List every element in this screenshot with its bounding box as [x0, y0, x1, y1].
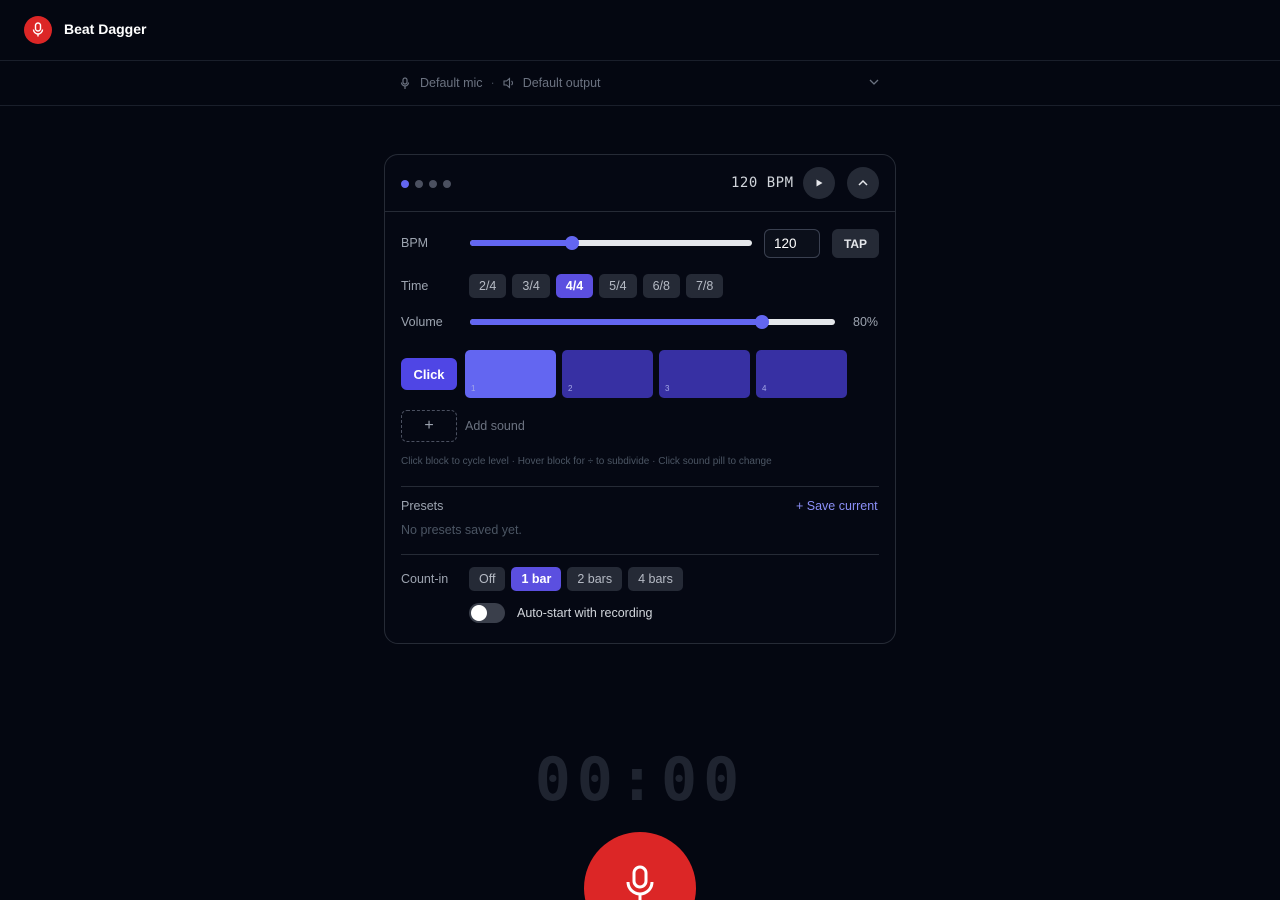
usage-hint: Click block to cycle level · Hover block… — [401, 456, 772, 467]
volume-slider-fill — [470, 319, 762, 325]
time-option[interactable]: 5/4 — [599, 274, 637, 298]
beat-number: 4 — [762, 384, 767, 393]
add-sound-label[interactable]: Add sound — [465, 419, 525, 433]
count-in-option[interactable]: 1 bar — [511, 567, 562, 591]
beat-block[interactable]: 4 — [756, 350, 847, 398]
volume-label: Volume — [401, 315, 443, 329]
device-bar[interactable]: Default mic · Default output — [0, 61, 1280, 106]
page-indicator — [401, 180, 451, 188]
microphone-icon — [400, 76, 414, 90]
play-button[interactable] — [803, 167, 835, 199]
count-in-option[interactable]: 2 bars — [567, 567, 623, 591]
beat-block[interactable]: 3 — [659, 350, 750, 398]
bpm-input[interactable]: 120 — [764, 229, 820, 258]
app-logo — [24, 16, 52, 44]
divider — [401, 486, 879, 487]
time-signature-options: 2/4 3/4 4/4 5/4 6/8 7/8 — [469, 274, 724, 298]
page-dot[interactable] — [401, 180, 409, 188]
page-dot[interactable] — [429, 180, 437, 188]
chevron-up-icon — [858, 179, 868, 186]
record-button[interactable] — [584, 832, 696, 900]
count-in-options: Off 1 bar 2 bars 4 bars — [469, 567, 683, 591]
output-device-label[interactable]: Default output — [523, 76, 601, 90]
beat-number: 1 — [471, 384, 476, 393]
bpm-readout: 120 BPM — [731, 175, 794, 191]
play-icon — [816, 179, 823, 187]
volume-slider-thumb[interactable] — [755, 315, 769, 329]
recording-timer: 00:00 — [534, 745, 746, 815]
bpm-slider-fill — [470, 240, 572, 246]
auto-start-toggle[interactable] — [469, 603, 505, 623]
metronome-header: 120 BPM — [385, 155, 895, 212]
presets-label: Presets — [401, 499, 444, 513]
volume-value: 80% — [853, 315, 879, 329]
app-title: Beat Dagger — [64, 21, 147, 37]
toggle-knob — [471, 605, 487, 621]
beat-block[interactable]: 1 — [465, 350, 556, 398]
time-option[interactable]: 3/4 — [512, 274, 550, 298]
tap-button[interactable]: TAP — [832, 229, 879, 258]
count-in-label: Count-in — [401, 572, 449, 586]
page-dot[interactable] — [443, 180, 451, 188]
time-label: Time — [401, 279, 429, 293]
speaker-icon — [503, 77, 517, 89]
time-option[interactable]: 6/8 — [642, 274, 680, 298]
divider — [401, 554, 879, 555]
count-in-option[interactable]: Off — [469, 567, 506, 591]
app-header: Beat Dagger — [0, 0, 1280, 61]
collapse-button[interactable] — [847, 167, 879, 199]
bpm-label: BPM — [401, 236, 429, 250]
device-separator: · — [490, 76, 495, 90]
chevron-down-icon[interactable] — [868, 76, 880, 91]
beat-number: 3 — [665, 384, 670, 393]
microphone-icon — [626, 865, 654, 900]
bpm-slider-thumb[interactable] — [564, 236, 579, 250]
time-option[interactable]: 2/4 — [469, 274, 507, 298]
time-option[interactable]: 4/4 — [555, 274, 594, 298]
page-dot[interactable] — [415, 180, 423, 188]
metronome-panel: 120 BPM BPM 120 TAP Time 2/4 3/4 4/4 5/4… — [384, 154, 896, 644]
beat-block[interactable]: 2 — [562, 350, 653, 398]
beat-number: 2 — [568, 384, 573, 393]
time-option[interactable]: 7/8 — [685, 274, 724, 298]
count-in-option[interactable]: 4 bars — [628, 567, 683, 591]
presets-empty-text: No presets saved yet. — [401, 523, 522, 537]
sound-pill[interactable]: Click — [401, 358, 457, 390]
volume-slider[interactable] — [470, 315, 835, 329]
microphone-icon — [32, 22, 44, 37]
add-sound-button[interactable]: + — [401, 410, 457, 442]
mic-device-label[interactable]: Default mic — [420, 76, 483, 90]
save-preset-link[interactable]: + Save current — [796, 499, 878, 513]
auto-start-label: Auto-start with recording — [517, 606, 653, 620]
bpm-slider[interactable] — [470, 236, 752, 250]
